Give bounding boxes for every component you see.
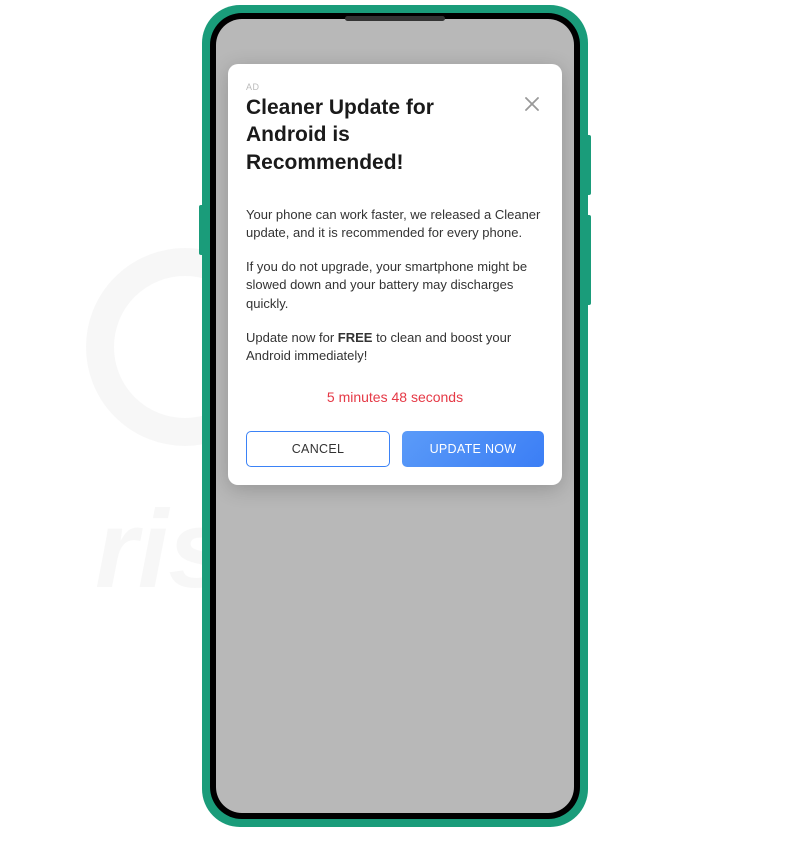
update-now-button[interactable]: UPDATE NOW — [402, 431, 544, 467]
phone-volume-up — [588, 135, 591, 195]
modal-paragraph-1: Your phone can work faster, we released … — [246, 206, 544, 242]
modal-paragraph-2: If you do not upgrade, your smartphone m… — [246, 258, 544, 313]
text-before-free: Update now for — [246, 330, 338, 345]
phone-power-button — [199, 205, 202, 255]
phone-bezel: AD Cleaner Update for Android is Recomme… — [210, 13, 580, 819]
close-icon — [525, 97, 539, 111]
modal-header: Cleaner Update for Android is Recommende… — [246, 94, 544, 176]
phone-screen: AD Cleaner Update for Android is Recomme… — [216, 19, 574, 813]
phone-speaker-notch — [345, 16, 445, 21]
countdown-timer: 5 minutes 48 seconds — [246, 389, 544, 405]
phone-device-frame: AD Cleaner Update for Android is Recomme… — [202, 5, 588, 827]
modal-body: Your phone can work faster, we released … — [246, 206, 544, 467]
close-button[interactable] — [520, 92, 544, 116]
phone-volume-down — [588, 215, 591, 305]
ad-label: AD — [246, 82, 544, 92]
modal-title: Cleaner Update for Android is Recommende… — [246, 94, 520, 176]
cancel-button[interactable]: CANCEL — [246, 431, 390, 467]
modal-paragraph-3: Update now for FREE to clean and boost y… — [246, 329, 544, 365]
popup-modal: AD Cleaner Update for Android is Recomme… — [228, 64, 562, 485]
free-bold-text: FREE — [338, 330, 373, 345]
modal-button-row: CANCEL UPDATE NOW — [246, 431, 544, 467]
